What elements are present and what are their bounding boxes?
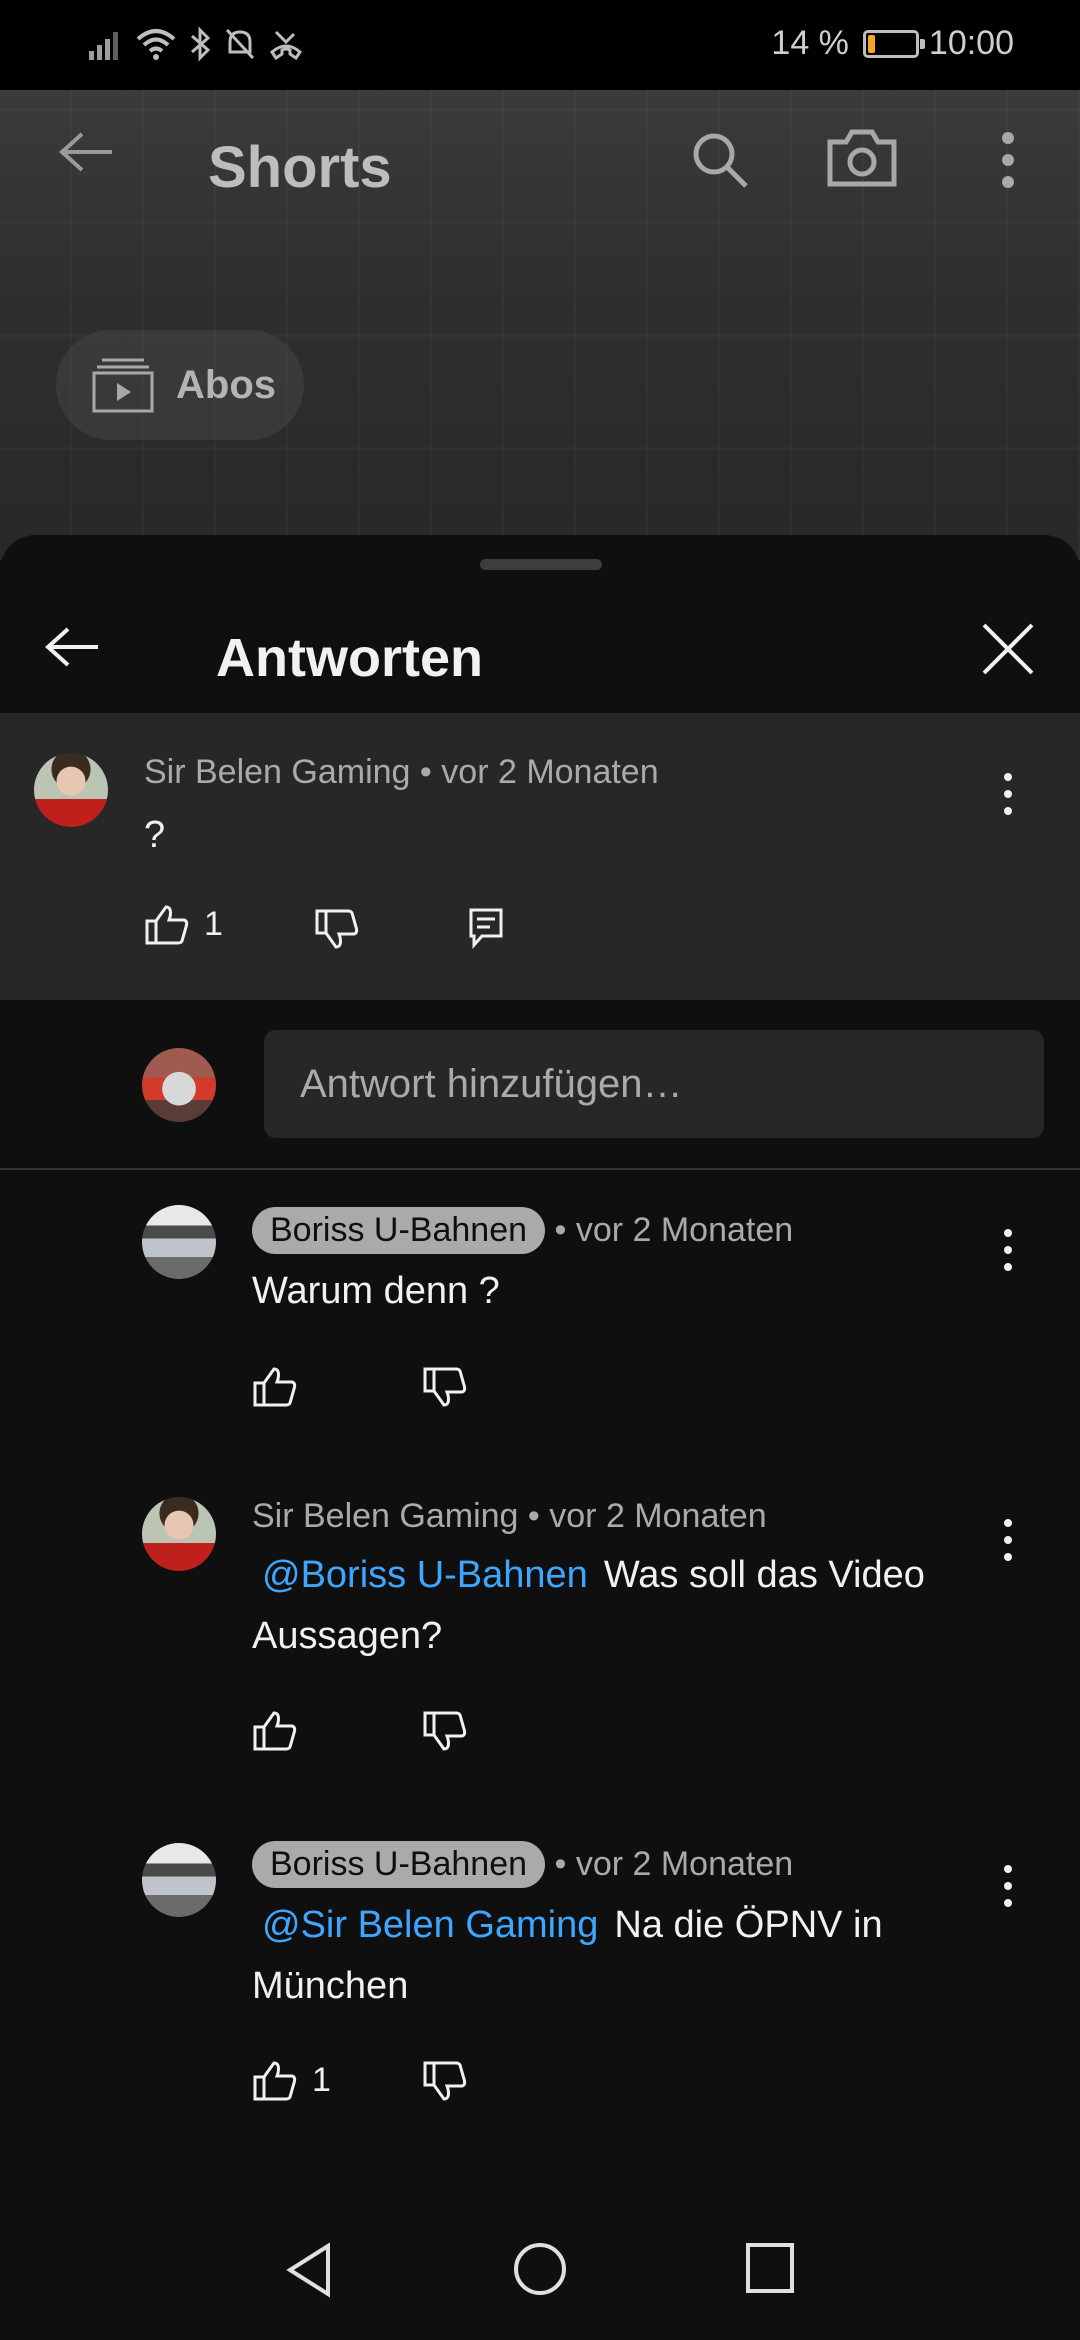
status-bar: 14 % 10:00 xyxy=(0,0,1080,90)
battery-icon xyxy=(862,29,925,58)
thumb-up-icon xyxy=(253,2061,297,2101)
battery-percent: 14 % xyxy=(771,24,849,62)
subscriptions-icon xyxy=(92,358,154,413)
reply-input-row xyxy=(0,1000,1080,1170)
reply-text: @Sir Belen Gaming Na die ÖPNV in München xyxy=(252,1895,1012,2017)
missed-call-icon xyxy=(270,30,302,61)
reply-meta: Boriss U-Bahnen • vor 2 Monaten xyxy=(252,1207,793,1254)
avatar[interactable] xyxy=(34,753,108,827)
subscriptions-label: Abos xyxy=(176,362,276,407)
close-icon[interactable] xyxy=(978,619,1038,679)
reply-button[interactable] xyxy=(468,907,504,949)
like-count: 1 xyxy=(204,904,223,943)
like-button[interactable]: 1 xyxy=(144,903,223,945)
nav-recents-icon[interactable] xyxy=(745,2242,795,2294)
signal-icon xyxy=(89,32,118,60)
camera-icon[interactable] xyxy=(826,128,898,188)
thumb-down-icon xyxy=(315,909,359,949)
sheet-header: Antworten xyxy=(0,595,1080,715)
like-button[interactable]: 1 xyxy=(252,2059,331,2101)
drag-handle[interactable] xyxy=(480,559,602,570)
comment-author[interactable]: Sir Belen Gaming xyxy=(144,753,410,791)
search-icon[interactable] xyxy=(690,130,750,190)
shorts-header: Shorts xyxy=(0,90,1080,240)
reply-author[interactable]: Sir Belen Gaming xyxy=(252,1497,518,1535)
more-vert-icon[interactable] xyxy=(988,1515,1028,1565)
subscriptions-chip[interactable]: Abos xyxy=(56,330,304,440)
more-vert-icon[interactable] xyxy=(998,130,1018,190)
mention-link[interactable]: @Boriss U-Bahnen xyxy=(262,1554,588,1596)
thumb-up-icon xyxy=(253,1711,297,1751)
dislike-button[interactable] xyxy=(314,909,360,951)
reply-author[interactable]: Boriss U-Bahnen xyxy=(252,1207,546,1254)
mute-icon xyxy=(225,28,255,60)
avatar xyxy=(142,1048,216,1122)
comment-icon xyxy=(469,908,503,949)
status-icons xyxy=(88,26,304,62)
thumb-down-icon xyxy=(423,2061,467,2101)
nav-home-icon[interactable] xyxy=(513,2242,567,2296)
battery-level xyxy=(867,34,875,53)
thumb-up-icon xyxy=(145,905,189,945)
parent-comment: Sir Belen Gaming • vor 2 Monaten ? 1 xyxy=(0,713,1080,1000)
like-button[interactable] xyxy=(252,1365,298,1407)
thumb-up-icon xyxy=(253,1367,297,1407)
reply-text: Warum denn ? xyxy=(252,1261,500,1322)
status-right: 14 % 10:00 xyxy=(771,24,1014,63)
reply-author[interactable]: Boriss U-Bahnen xyxy=(252,1841,546,1888)
reply-text-line: Na die ÖPNV in xyxy=(614,1904,883,1946)
bluetooth-icon xyxy=(191,26,211,62)
reply-text: @Boriss U-Bahnen Was soll das Video Aussa… xyxy=(252,1545,1012,1667)
reply-text-line: Aussagen? xyxy=(252,1615,443,1657)
like-count: 1 xyxy=(312,2060,331,2099)
mention-link[interactable]: @Sir Belen Gaming xyxy=(262,1904,598,1946)
avatar[interactable] xyxy=(142,1843,216,1917)
navigation-bar xyxy=(0,2200,1080,2340)
avatar[interactable] xyxy=(142,1497,216,1571)
back-arrow-icon[interactable] xyxy=(44,625,100,669)
like-button[interactable] xyxy=(252,1709,298,1751)
dislike-button[interactable] xyxy=(422,1367,468,1409)
dislike-button[interactable] xyxy=(422,2061,468,2103)
replies-sheet: Antworten Sir Belen Gaming • vor 2 Monat… xyxy=(0,535,1080,2340)
reply-time: • vor 2 Monaten xyxy=(554,1845,794,1883)
more-vert-icon[interactable] xyxy=(988,1225,1028,1275)
shorts-title: Shorts xyxy=(208,135,392,200)
wifi-icon xyxy=(136,29,176,60)
reply-meta: Boriss U-Bahnen • vor 2 Monaten xyxy=(252,1841,793,1888)
reply-text-line: Warum denn ? xyxy=(252,1270,500,1312)
comment-time: vor 2 Monaten xyxy=(441,753,659,791)
reply-text-line: Was soll das Video xyxy=(603,1554,925,1596)
shorts-background: Shorts Abos xyxy=(0,90,1080,560)
reply-time: • vor 2 Monaten xyxy=(554,1211,794,1249)
thumb-down-icon xyxy=(423,1711,467,1751)
reply-text-line: München xyxy=(252,1965,409,2007)
more-vert-icon[interactable] xyxy=(988,769,1028,819)
comment-time-separator: • xyxy=(419,753,442,791)
comment-meta: Sir Belen Gaming • vor 2 Monaten xyxy=(144,753,659,792)
dislike-button[interactable] xyxy=(422,1711,468,1753)
more-vert-icon[interactable] xyxy=(988,1861,1028,1911)
back-arrow-icon[interactable] xyxy=(56,130,116,174)
avatar[interactable] xyxy=(142,1205,216,1279)
comment-text: ? xyxy=(144,814,166,856)
reply-meta: Sir Belen Gaming • vor 2 Monaten xyxy=(252,1497,767,1536)
nav-back-icon[interactable] xyxy=(284,2242,334,2298)
reply-input[interactable] xyxy=(264,1030,1044,1138)
thumb-down-icon xyxy=(423,1367,467,1407)
clock: 10:00 xyxy=(928,24,1014,62)
sheet-title: Antworten xyxy=(216,628,483,688)
reply-time: • vor 2 Monaten xyxy=(527,1497,767,1535)
